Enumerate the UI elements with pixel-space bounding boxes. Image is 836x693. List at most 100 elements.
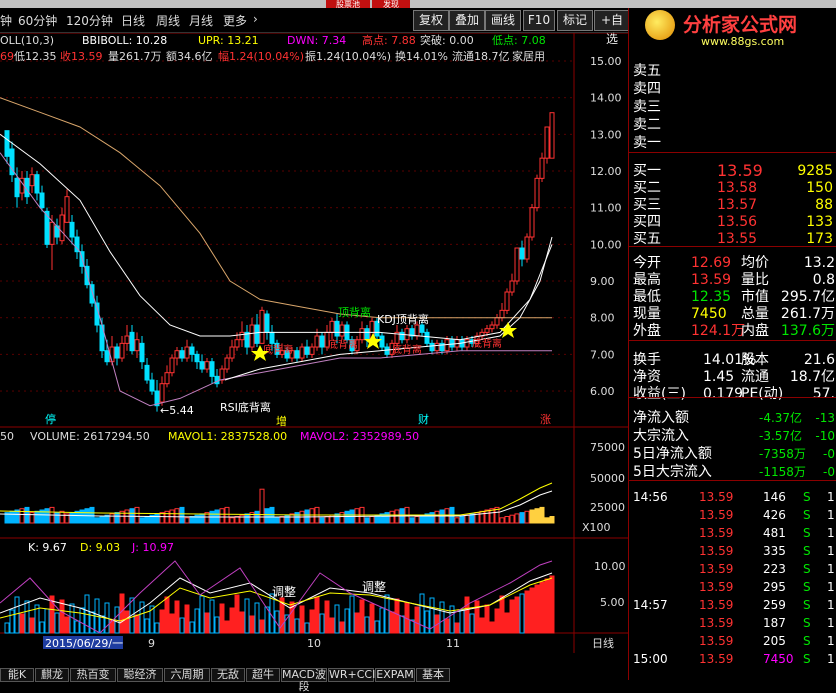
tick-side: S bbox=[803, 580, 811, 594]
kdj-bar bbox=[364, 616, 370, 634]
candle-body bbox=[434, 342, 440, 352]
candle-body bbox=[399, 331, 405, 341]
candle-body bbox=[174, 350, 180, 359]
candle-body bbox=[129, 331, 135, 352]
kdj-bar bbox=[459, 609, 465, 634]
kdj-bar bbox=[394, 598, 400, 634]
kdj-bar bbox=[64, 616, 70, 634]
f10-button[interactable]: F10 bbox=[523, 10, 555, 31]
volume-bar bbox=[259, 488, 265, 524]
candle-body bbox=[259, 309, 265, 344]
tf-more[interactable]: 更多 bbox=[223, 12, 247, 29]
adjust-button[interactable]: 复权 bbox=[413, 10, 449, 31]
tick-price: 13.59 bbox=[699, 634, 734, 648]
volume-bar bbox=[514, 513, 520, 524]
tick-price: 13.59 bbox=[699, 508, 734, 522]
candle-body bbox=[214, 375, 220, 385]
fast-ma-line bbox=[224, 236, 553, 381]
kdj-bar bbox=[499, 595, 505, 634]
candle-body bbox=[254, 324, 260, 344]
flow-extra: -10 bbox=[815, 429, 835, 443]
tick-count: 1 bbox=[827, 616, 835, 630]
stat-label: 最高 bbox=[633, 272, 661, 288]
kdj-bar bbox=[219, 603, 225, 634]
ask-label: 卖一 bbox=[633, 135, 661, 151]
chevron-right-icon[interactable]: › bbox=[253, 12, 258, 26]
kdj-bar bbox=[154, 622, 160, 634]
stat-value: 1.45 bbox=[703, 369, 735, 385]
bid-price: 13.56 bbox=[717, 214, 758, 230]
kdj-bar bbox=[139, 601, 145, 634]
chart-area[interactable]: 15.00 14.00 13.00 12.00 11.00 10.00 9.00 8.00 7.… bbox=[0, 33, 628, 653]
kdj-bar bbox=[524, 590, 530, 634]
overlay-button[interactable]: 叠加 bbox=[449, 10, 485, 31]
tf-60min[interactable]: 60分钟 bbox=[18, 12, 57, 29]
tick-count: 1 bbox=[827, 634, 835, 648]
tick-row: 13.59 187 S 1 bbox=[629, 614, 836, 632]
kdj-bar bbox=[184, 604, 190, 634]
volume-bar bbox=[144, 516, 150, 524]
high-point: 高点: 7.88 bbox=[362, 33, 416, 47]
tf-month[interactable]: 月线 bbox=[189, 12, 213, 29]
kdj-bar bbox=[549, 575, 555, 634]
volume-bar bbox=[89, 506, 95, 524]
volume-bar bbox=[339, 512, 345, 524]
date-cursor: 2015/06/29/一 bbox=[45, 637, 123, 650]
volume-bar bbox=[79, 509, 85, 524]
kdj-bar bbox=[299, 605, 305, 634]
kdj-bar bbox=[464, 596, 470, 634]
tf-week[interactable]: 周线 bbox=[156, 12, 180, 29]
volume-bar bbox=[429, 512, 435, 524]
mark-button[interactable]: 标记 bbox=[557, 10, 593, 31]
stat-row: 换手 14.01% 股本 21.6 bbox=[629, 351, 836, 369]
price-tick: 9.00 bbox=[590, 275, 615, 288]
candle-body bbox=[104, 350, 110, 363]
kdj-j-value: J: 10.97 bbox=[131, 541, 174, 554]
add-watchlist-button[interactable]: +自选 bbox=[594, 10, 630, 46]
kdj-bar bbox=[79, 607, 85, 634]
info-volume: 量261.7万 bbox=[108, 50, 162, 63]
draw-button[interactable]: 画线 bbox=[485, 10, 521, 31]
candle-body bbox=[499, 309, 505, 319]
candle-body bbox=[134, 339, 140, 352]
volume-bar bbox=[409, 517, 415, 524]
tf-120min[interactable]: 120分钟 bbox=[66, 12, 113, 29]
ask-row: 卖二 bbox=[629, 116, 836, 134]
flow-value: -1158万 bbox=[759, 465, 806, 479]
kdj-bar bbox=[529, 587, 535, 634]
kdj-k-value: K: 9.67 bbox=[28, 541, 67, 554]
ask-row: 卖一 bbox=[629, 134, 836, 152]
volume-bar bbox=[324, 516, 330, 524]
stat-value: 295.7亿 bbox=[780, 289, 835, 305]
candle-body bbox=[424, 331, 430, 344]
kdj-bar bbox=[39, 621, 45, 634]
top-divergence-label: 顶背离 bbox=[338, 305, 371, 319]
kdj-bar bbox=[19, 613, 25, 634]
stat-row: 今开 12.69 均价 13.2 bbox=[629, 254, 836, 272]
kdj-bar bbox=[124, 610, 130, 634]
star-icon bbox=[499, 322, 517, 338]
flow-value: -3.57亿 bbox=[759, 429, 803, 443]
tick-price: 13.59 bbox=[699, 562, 734, 576]
kdj-bar bbox=[244, 598, 250, 634]
price-tick: 11.00 bbox=[590, 202, 622, 215]
kdj-bar bbox=[389, 611, 395, 634]
tick-side: S bbox=[803, 634, 811, 648]
volume-bar bbox=[434, 510, 440, 524]
tf-day[interactable]: 日线 bbox=[121, 12, 145, 29]
tf-min[interactable]: 钟 bbox=[0, 12, 12, 29]
bid-price: 13.58 bbox=[717, 180, 758, 196]
stat-row: 收益(三) 0.179 PE(动) 57. bbox=[629, 385, 836, 403]
tick-side: S bbox=[803, 508, 811, 522]
volume-bar bbox=[549, 516, 555, 524]
kdj-bar bbox=[329, 617, 335, 634]
info-range: 幅1.24(10.04%) bbox=[218, 50, 304, 63]
finance-marker: 财 bbox=[418, 412, 429, 426]
volume-bar bbox=[189, 516, 195, 524]
stat-label: 内盘 bbox=[741, 323, 769, 339]
candle-body bbox=[64, 196, 70, 223]
low-point: 低点: 7.08 bbox=[492, 34, 546, 47]
volume-bar bbox=[184, 517, 190, 524]
kdj-bar bbox=[339, 621, 345, 634]
price-axis: 15.00 14.00 13.00 12.00 11.00 10.00 9.00 8.00 7.… bbox=[590, 55, 622, 398]
